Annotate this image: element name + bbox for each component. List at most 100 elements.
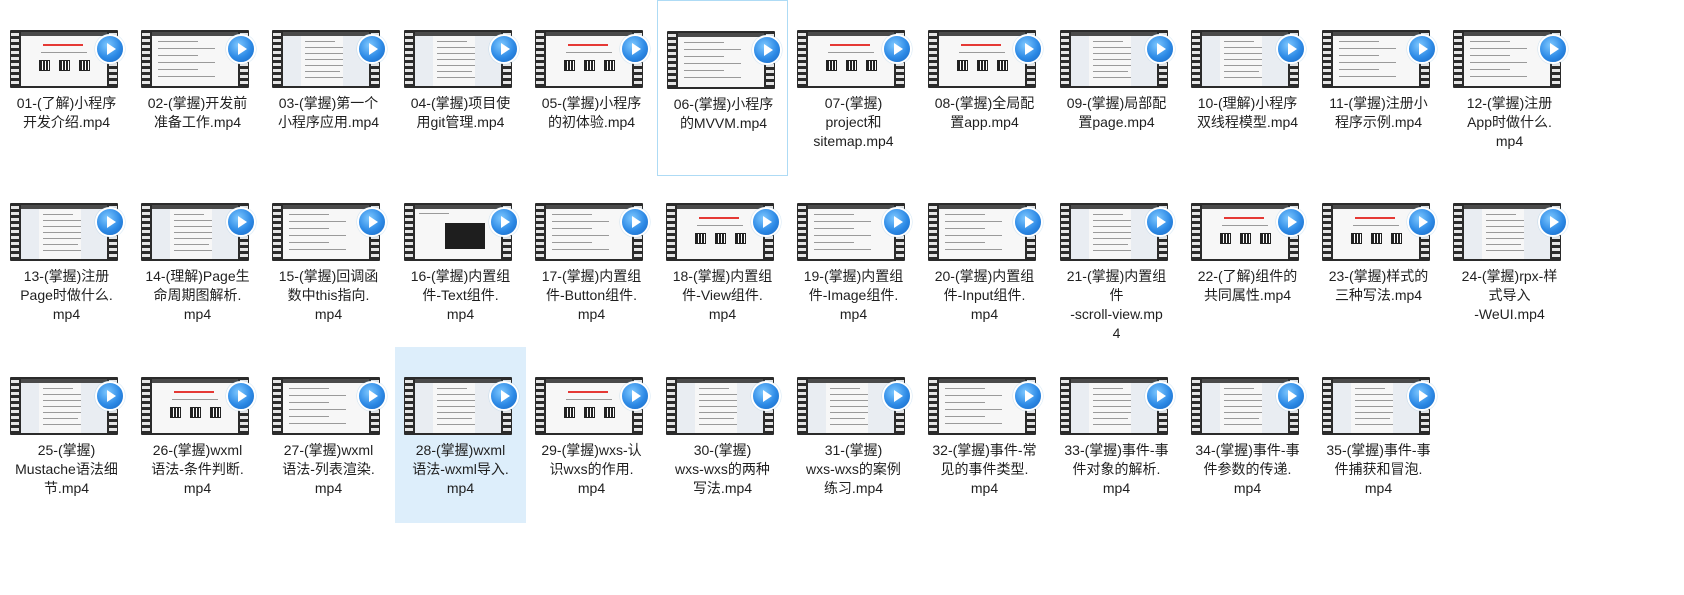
video-frame-preview <box>415 379 501 433</box>
file-item[interactable]: 32-(掌握)事件-常 见的事件类型. mp4 <box>919 347 1050 523</box>
file-item[interactable]: 16-(掌握)内置组 件-Text组件. mp4 <box>395 173 526 349</box>
film-perforation <box>929 380 937 432</box>
file-item[interactable]: 33-(掌握)事件-事 件对象的解析. mp4 <box>1051 347 1182 523</box>
file-item[interactable]: 29-(掌握)wxs-认 识wxs的作用. mp4 <box>526 347 657 523</box>
file-item[interactable]: 07-(掌握) project和 sitemap.mp4 <box>788 0 919 176</box>
file-name-line: mp4 <box>1102 480 1131 496</box>
file-item[interactable]: 21-(掌握)内置组件 -scroll-view.mp 4 <box>1051 173 1182 349</box>
thumbnail-detail <box>699 217 739 219</box>
video-frame-preview <box>283 32 369 86</box>
file-item[interactable]: 15-(掌握)回调函 数中this指向. mp4 <box>263 173 394 349</box>
film-perforation <box>1323 380 1331 432</box>
file-name-line: project和 <box>825 114 882 130</box>
file-item[interactable]: 35-(掌握)事件-事 件捕获和冒泡. mp4 <box>1313 347 1444 523</box>
file-name: 22-(了解)组件的 共同属性.mp4 <box>1184 267 1311 305</box>
thumbnail-detail <box>604 60 615 71</box>
file-item[interactable]: 23-(掌握)样式的 三种写法.mp4 <box>1313 173 1444 349</box>
video-frame-preview <box>939 379 1025 433</box>
file-item[interactable]: 05-(掌握)小程序 的初体验.mp4 <box>526 0 657 176</box>
file-name-line: 23-(掌握)样式的 <box>1328 268 1429 284</box>
file-item[interactable]: 02-(掌握)开发前 准备工作.mp4 <box>132 0 263 176</box>
thumbnail-detail <box>43 388 73 389</box>
thumbnail-detail <box>552 242 592 243</box>
video-frame-preview <box>415 205 501 259</box>
file-item[interactable]: 06-(掌握)小程序 的MVVM.mp4 <box>657 0 788 176</box>
file-name-line: 05-(掌握)小程序 <box>541 95 642 111</box>
thumbnail-detail <box>552 214 592 215</box>
file-item[interactable]: 25-(掌握) Mustache语法细 节.mp4 <box>1 347 132 523</box>
video-frame-preview <box>808 379 894 433</box>
thumbnail-detail <box>945 235 1002 236</box>
file-item[interactable]: 20-(掌握)内置组 件-Input组件. mp4 <box>919 173 1050 349</box>
file-grid: 01-(了解)小程序 开发介绍.mp4 02-(掌握)开发前 准备工作.mp4 03-(… <box>0 0 1684 595</box>
video-frame-preview <box>1202 205 1288 259</box>
thumbnail-detail <box>1355 388 1385 389</box>
play-icon <box>1013 381 1043 411</box>
thumbnail-detail <box>1333 383 1351 433</box>
thumbnail-detail <box>437 388 467 389</box>
file-name: 11-(掌握)注册小 程序示例.mp4 <box>1315 94 1442 132</box>
file-name-line: -WeUI.mp4 <box>1474 306 1545 322</box>
thumbnail-detail <box>699 394 742 395</box>
file-item[interactable]: 31-(掌握) wxs-wxs的案例 练习.mp4 <box>788 347 919 523</box>
file-item[interactable]: 13-(掌握)注册 Page时做什么. mp4 <box>1 173 132 349</box>
file-item[interactable]: 26-(掌握)wxml 语法-条件判断. mp4 <box>132 347 263 523</box>
file-item[interactable]: 19-(掌握)内置组 件-Image组件. mp4 <box>788 173 919 349</box>
thumbnail-detail <box>808 383 826 433</box>
file-name-line: 语法-列表渲染. <box>282 461 375 477</box>
file-name: 10-(理解)小程序 双线程模型.mp4 <box>1184 94 1311 132</box>
file-item[interactable]: 08-(掌握)全局配 置app.mp4 <box>919 0 1050 176</box>
file-name: 14-(理解)Page生 命周期图解析. mp4 <box>134 267 261 324</box>
film-perforation <box>1061 206 1069 258</box>
thumbnail-detail <box>1464 32 1550 36</box>
thumbnail-detail <box>945 388 985 389</box>
video-frame-preview <box>152 32 238 86</box>
thumbnail-detail <box>1353 225 1399 226</box>
thumbnail-detail <box>419 213 449 214</box>
video-frame-preview <box>939 32 1025 86</box>
thumbnail-detail <box>814 235 871 236</box>
file-item[interactable]: 27-(掌握)wxml 语法-列表渲染. mp4 <box>263 347 394 523</box>
file-item[interactable]: 30-(掌握) wxs-wxs的两种 写法.mp4 <box>657 347 788 523</box>
thumbnail-detail <box>1355 394 1398 395</box>
file-name-line: 04-(掌握)项目使 <box>410 95 511 111</box>
file-item[interactable]: 24-(掌握)rpx-样 式导入 -WeUI.mp4 <box>1444 173 1575 349</box>
thumbnail-detail <box>437 59 476 60</box>
thumbnail-detail <box>1355 406 1394 407</box>
file-item[interactable]: 01-(了解)小程序 开发介绍.mp4 <box>1 0 132 176</box>
file-item[interactable]: 14-(理解)Page生 命周期图解析. mp4 <box>132 173 263 349</box>
thumbnail-detail <box>830 406 869 407</box>
thumbnail-detail <box>939 32 1025 36</box>
file-item[interactable]: 12-(掌握)注册 App时做什么. mp4 <box>1444 0 1575 176</box>
file-name-line: 28-(掌握)wxml <box>415 442 506 458</box>
file-item[interactable]: 09-(掌握)局部配 置page.mp4 <box>1051 0 1182 176</box>
file-item[interactable]: 10-(理解)小程序 双线程模型.mp4 <box>1182 0 1313 176</box>
file-item[interactable]: 34-(掌握)事件-事 件参数的传递. mp4 <box>1182 347 1313 523</box>
file-item[interactable]: 04-(掌握)项目使 用git管理.mp4 <box>395 0 526 176</box>
file-item[interactable]: 03-(掌握)第一个 小程序应用.mp4 <box>263 0 394 176</box>
file-name-line: 35-(掌握)事件-事 <box>1326 442 1431 458</box>
file-name-line: Page时做什么. <box>20 287 113 303</box>
thumbnail-detail <box>1093 220 1136 221</box>
file-name-line: 件参数的传递. <box>1203 461 1292 477</box>
thumbnail-detail <box>1093 388 1123 389</box>
file-name: 09-(掌握)局部配 置page.mp4 <box>1053 94 1180 132</box>
thumbnail-detail <box>172 399 218 400</box>
thumbnail-detail <box>584 407 595 418</box>
play-icon <box>1276 34 1306 64</box>
thumbnail-detail <box>715 233 726 244</box>
thumbnail-detail <box>1224 388 1254 389</box>
thumbnail-detail <box>174 232 213 233</box>
thumbnail-detail <box>210 407 221 418</box>
thumbnail-detail <box>695 233 706 244</box>
file-item[interactable]: 17-(掌握)内置组 件-Button组件. mp4 <box>526 173 657 349</box>
file-item[interactable]: 11-(掌握)注册小 程序示例.mp4 <box>1313 0 1444 176</box>
file-name-line: mp4 <box>970 480 999 496</box>
file-item[interactable]: 28-(掌握)wxml 语法-wxml导入. mp4 <box>395 347 526 523</box>
thumbnail-detail <box>808 32 894 36</box>
file-name: 23-(掌握)样式的 三种写法.mp4 <box>1315 267 1442 305</box>
file-item[interactable]: 22-(了解)组件的 共同属性.mp4 <box>1182 173 1313 349</box>
film-perforation <box>11 206 19 258</box>
file-item[interactable]: 18-(掌握)内置组 件-View组件. mp4 <box>657 173 788 349</box>
thumbnail-detail <box>1202 36 1220 86</box>
